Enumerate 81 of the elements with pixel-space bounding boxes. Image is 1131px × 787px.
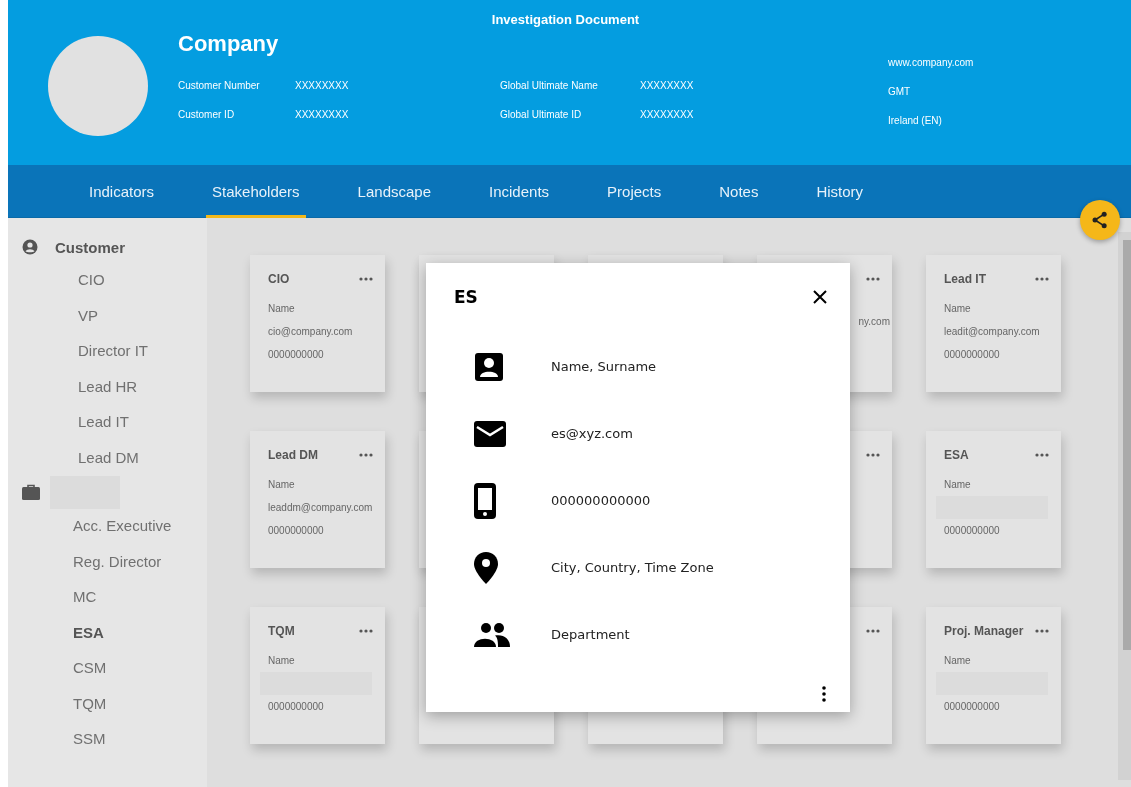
more-icon[interactable] bbox=[359, 453, 373, 457]
briefcase-icon bbox=[22, 484, 40, 500]
more-icon[interactable] bbox=[866, 277, 880, 281]
sidebar-item[interactable]: MC bbox=[73, 579, 97, 615]
field-label: Global Ultimate Name bbox=[500, 79, 598, 91]
field-value: XXXXXXXX bbox=[295, 108, 349, 120]
sidebar-item[interactable]: TQM bbox=[73, 685, 107, 721]
tab[interactable]: Landscape bbox=[351, 165, 437, 218]
card-text: 0000000000 bbox=[268, 700, 324, 714]
card-title: CIO bbox=[268, 272, 290, 286]
card-text: Name bbox=[944, 302, 971, 316]
close-icon[interactable] bbox=[812, 289, 828, 305]
card-text: leadit@company.com bbox=[944, 325, 1040, 339]
sidebar-item[interactable]: Lead IT bbox=[78, 404, 129, 440]
more-icon[interactable] bbox=[866, 453, 880, 457]
card-text: leaddm@company.com bbox=[268, 501, 373, 515]
share-icon bbox=[1090, 210, 1110, 230]
info-text: Ireland (EN) bbox=[888, 114, 942, 126]
more-icon[interactable] bbox=[866, 629, 880, 633]
dialog-title: ES bbox=[454, 287, 478, 307]
detail-text: Name, Surname bbox=[551, 359, 657, 374]
card-text: Name bbox=[944, 478, 971, 492]
user-circle-icon bbox=[22, 239, 38, 255]
field-label: Global Ultimate ID bbox=[500, 108, 582, 120]
sidebar-item[interactable]: Lead HR bbox=[78, 368, 138, 404]
more-icon[interactable] bbox=[1035, 453, 1049, 457]
card-text: 0000000000 bbox=[944, 348, 1000, 362]
sidebar-item[interactable]: Reg. Director bbox=[73, 543, 162, 579]
field-label: Customer Number bbox=[178, 79, 260, 91]
contact-icon bbox=[474, 351, 504, 382]
detail-text: es@xyz.com bbox=[551, 426, 633, 441]
sidebar-item[interactable]: ESA bbox=[73, 614, 104, 650]
card-text: 0000000000 bbox=[268, 348, 324, 362]
location-pin-icon bbox=[474, 551, 498, 584]
phone-icon bbox=[474, 482, 496, 519]
more-icon[interactable] bbox=[1035, 277, 1049, 281]
sidebar-item[interactable]: Director IT bbox=[78, 333, 148, 369]
field-value: XXXXXXXX bbox=[295, 79, 349, 91]
scrollbar[interactable] bbox=[1118, 232, 1131, 780]
sidebar-item[interactable]: Acc. Executive bbox=[73, 508, 172, 544]
card-text: Name bbox=[944, 654, 971, 668]
tab[interactable]: Indicators bbox=[83, 165, 161, 218]
info-text: www.company.com bbox=[888, 56, 974, 68]
sidebar-item[interactable]: SSM bbox=[73, 721, 106, 757]
card-title: Lead DM bbox=[268, 448, 318, 462]
more-icon[interactable] bbox=[1035, 629, 1049, 633]
document-title: Investigation Document bbox=[491, 12, 640, 27]
more-vertical-icon[interactable] bbox=[822, 686, 826, 702]
company-name: Company bbox=[178, 30, 280, 58]
detail-text: Department bbox=[551, 627, 630, 642]
card-text: ny.com bbox=[858, 316, 890, 327]
detail-text: 000000000000 bbox=[551, 493, 651, 508]
field-value: XXXXXXXX bbox=[640, 79, 694, 91]
people-icon bbox=[474, 622, 510, 647]
card-text: 0000000000 bbox=[268, 524, 324, 538]
sidebar-item[interactable]: CIO bbox=[78, 262, 105, 298]
tab[interactable]: Projects bbox=[601, 165, 668, 218]
tab[interactable]: Incidents bbox=[483, 165, 556, 218]
info-text: GMT bbox=[888, 85, 911, 97]
card-title: TQM bbox=[268, 624, 295, 638]
sidebar-item[interactable]: Lead DM bbox=[78, 439, 139, 475]
card-text: Name bbox=[268, 478, 295, 492]
more-icon[interactable] bbox=[359, 277, 373, 281]
card-text: Name bbox=[268, 654, 295, 668]
field-value: XXXXXXXX bbox=[640, 108, 694, 120]
card-text: 0000000000 bbox=[944, 524, 1000, 538]
field-label: Customer ID bbox=[178, 108, 235, 120]
card-text: Name bbox=[268, 302, 295, 316]
card-title: Proj. Manager bbox=[944, 624, 1024, 638]
card-title: ESA bbox=[944, 448, 969, 462]
sidebar-item[interactable]: VP bbox=[78, 297, 98, 333]
card-text: cio@company.com bbox=[268, 325, 353, 339]
sidebar-item[interactable]: CSM bbox=[73, 650, 107, 686]
mail-icon bbox=[474, 420, 506, 447]
more-icon[interactable] bbox=[359, 629, 373, 633]
card-text: 0000000000 bbox=[944, 700, 1000, 714]
detail-text: City, Country, Time Zone bbox=[551, 560, 714, 575]
group-label[interactable]: Customer bbox=[55, 238, 125, 256]
card-title: Lead IT bbox=[944, 272, 986, 286]
tab[interactable]: Notes bbox=[713, 165, 765, 218]
tab[interactable]: History bbox=[810, 165, 870, 218]
